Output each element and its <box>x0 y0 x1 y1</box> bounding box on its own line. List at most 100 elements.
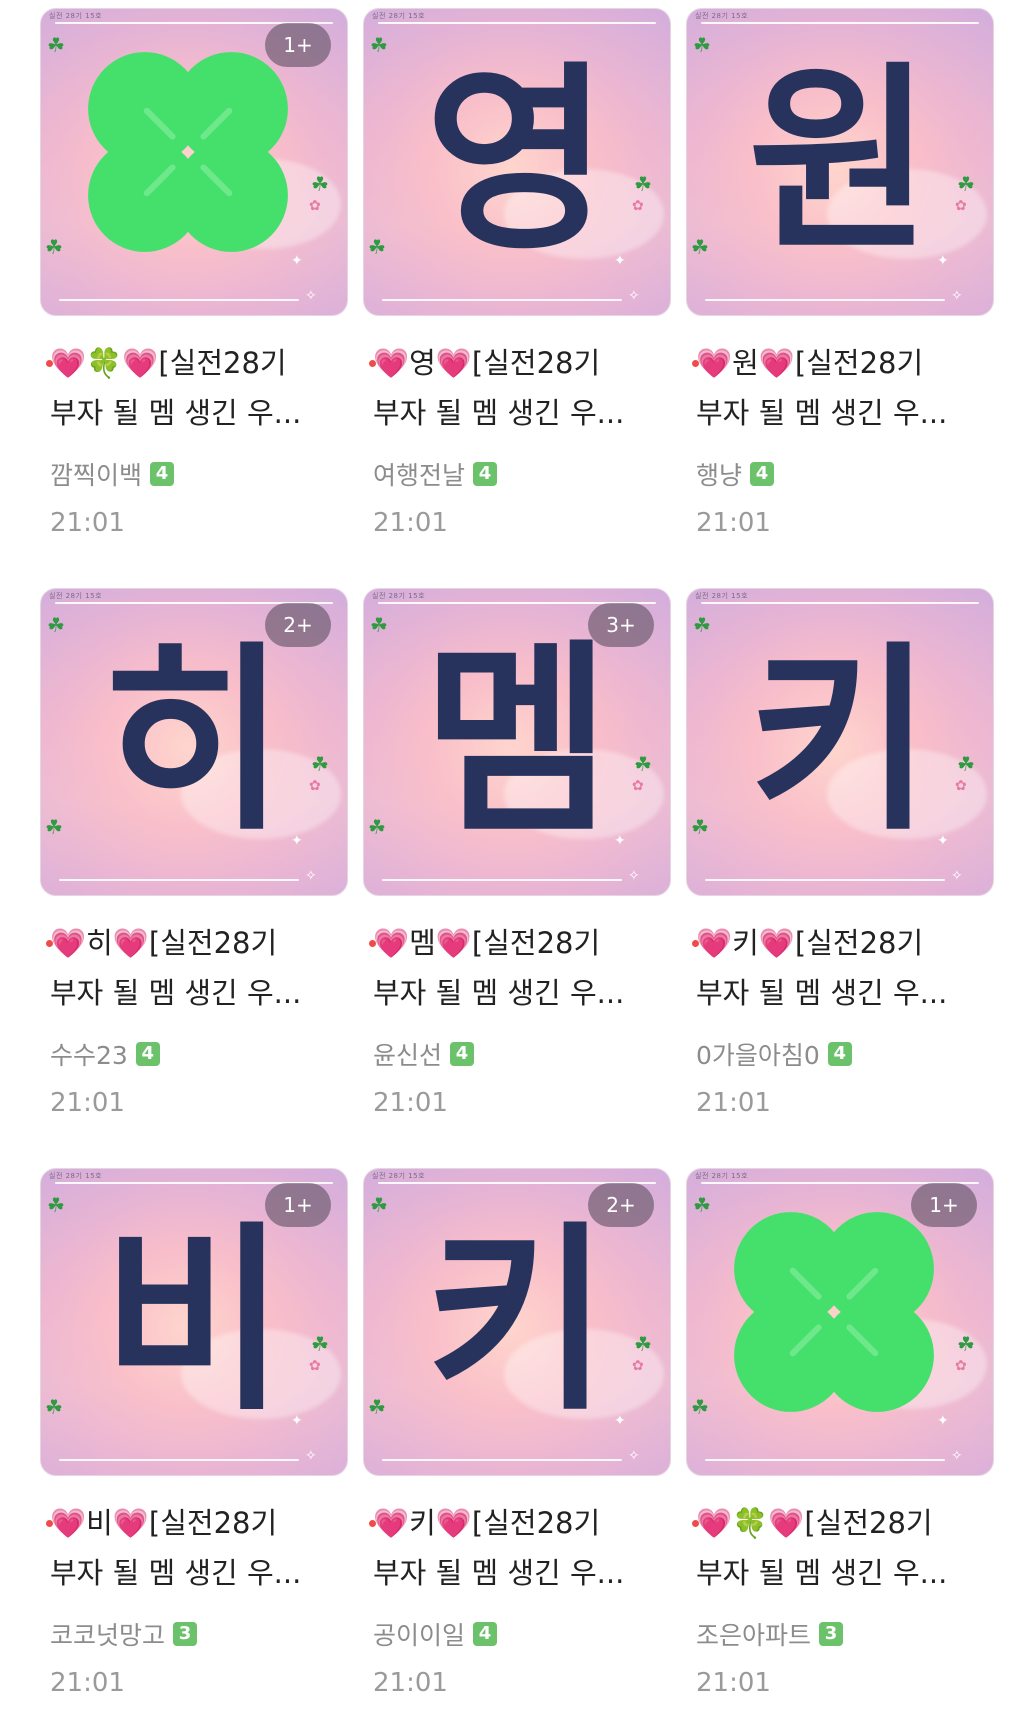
post-time: 21:01 <box>50 508 125 538</box>
post-card[interactable]: 실전 28기 15호 ☘ ☘ ☘ ✿ ✦ ✧ 히 2+ 💗히💗[실전28기 부자… <box>40 588 350 1148</box>
thumb-bottom-line <box>59 879 299 881</box>
post-time: 21:01 <box>50 1088 125 1118</box>
post-title-line2: 부자 될 멤 생긴 우... <box>696 976 948 1010</box>
post-card[interactable]: 실전 28기 15호 ☘ ☘ ☘ ✿ ✦ ✧ 1+ 💗🍀💗[실전28기 부자 될… <box>40 8 350 568</box>
thumb-bottom-line <box>705 879 945 881</box>
post-thumbnail[interactable]: 실전 28기 15호 ☘ ☘ ☘ ✿ ✦ ✧ 키 <box>686 588 994 896</box>
post-title[interactable]: 💗히💗[실전28기 부자 될 멤 생긴 우... <box>46 918 350 1018</box>
unread-dot <box>692 360 699 367</box>
post-title-line2: 부자 될 멤 생긴 우... <box>373 976 625 1010</box>
post-time: 21:01 <box>696 508 771 538</box>
post-author[interactable]: 수수23 4 <box>50 1036 160 1072</box>
post-thumbnail[interactable]: 실전 28기 15호 ☘ ☘ ☘ ✿ ✦ ✧ 1+ <box>40 8 348 316</box>
thumb-bottom-line <box>59 1459 299 1461</box>
post-grid: 실전 28기 15호 ☘ ☘ ☘ ✿ ✦ ✧ 1+ 💗🍀💗[실전28기 부자 될… <box>0 0 1026 1707</box>
clover-icon: ☘ <box>691 1395 709 1419</box>
image-count-badge: 2+ <box>265 603 331 647</box>
post-author[interactable]: 공이이일 4 <box>373 1616 498 1652</box>
post-title[interactable]: 💗원💗[실전28기 부자 될 멤 생긴 우... <box>692 338 996 438</box>
post-title[interactable]: 💗🍀💗[실전28기 부자 될 멤 생긴 우... <box>46 338 350 438</box>
post-author[interactable]: 윤신선 4 <box>373 1036 475 1072</box>
unread-dot <box>369 360 376 367</box>
post-card[interactable]: 실전 28기 15호 ☘ ☘ ☘ ✿ ✦ ✧ 1+ 💗🍀💗[실전28기 부자 될… <box>686 1168 996 1728</box>
unread-dot <box>46 360 53 367</box>
post-card[interactable]: 실전 28기 15호 ☘ ☘ ☘ ✿ ✦ ✧ 키 💗키💗[실전28기 부자 될 … <box>686 588 996 1148</box>
thumb-bottom-line <box>382 879 622 881</box>
unread-dot <box>369 1520 376 1527</box>
post-title-line2: 부자 될 멤 생긴 우... <box>373 1556 625 1590</box>
post-time: 21:01 <box>373 508 448 538</box>
level-badge: 4 <box>473 1622 498 1646</box>
author-name: 깜찍이백 <box>50 461 143 490</box>
post-title-line1: 💗비💗[실전28기 <box>50 1506 278 1540</box>
post-thumbnail[interactable]: 실전 28기 15호 ☘ ☘ ☘ ✿ ✦ ✧ 멤 3+ <box>363 588 671 896</box>
post-time: 21:01 <box>373 1668 448 1698</box>
post-card[interactable]: 실전 28기 15호 ☘ ☘ ☘ ✿ ✦ ✧ 원 💗원💗[실전28기 부자 될 … <box>686 8 996 568</box>
post-title-line1: 💗🍀💗[실전28기 <box>696 1506 933 1540</box>
post-author[interactable]: 0가을아침0 4 <box>696 1036 852 1072</box>
flower-icon: ✿ <box>309 198 321 214</box>
post-card[interactable]: 실전 28기 15호 ☘ ☘ ☘ ✿ ✦ ✧ 멤 3+ 💗멤💗[실전28기 부자… <box>363 588 673 1148</box>
post-title-line1: 💗멤💗[실전28기 <box>373 926 601 960</box>
clover-icon: ☘ <box>47 33 65 57</box>
post-title[interactable]: 💗멤💗[실전28기 부자 될 멤 생긴 우... <box>369 918 673 1018</box>
sparkle-icon: ✦ <box>291 253 303 269</box>
sparkle-icon: ✧ <box>951 1448 963 1464</box>
post-thumbnail[interactable]: 실전 28기 15호 ☘ ☘ ☘ ✿ ✦ ✧ 키 2+ <box>363 1168 671 1476</box>
unread-dot <box>692 940 699 947</box>
post-author[interactable]: 조은아파트 3 <box>696 1616 844 1652</box>
post-title-line2: 부자 될 멤 생긴 우... <box>50 976 302 1010</box>
post-title[interactable]: 💗키💗[실전28기 부자 될 멤 생긴 우... <box>369 1498 673 1598</box>
level-badge: 4 <box>135 1042 160 1066</box>
clover-glyph <box>734 1212 934 1412</box>
post-card[interactable]: 실전 28기 15호 ☘ ☘ ☘ ✿ ✦ ✧ 비 1+ 💗비💗[실전28기 부자… <box>40 1168 350 1728</box>
post-title-line2: 부자 될 멤 생긴 우... <box>696 396 948 430</box>
post-thumbnail[interactable]: 실전 28기 15호 ☘ ☘ ☘ ✿ ✦ ✧ 원 <box>686 8 994 316</box>
post-author[interactable]: 깜찍이백 4 <box>50 456 175 492</box>
post-title[interactable]: 💗영💗[실전28기 부자 될 멤 생긴 우... <box>369 338 673 438</box>
post-author[interactable]: 코코넛망고 3 <box>50 1616 198 1652</box>
post-card[interactable]: 실전 28기 15호 ☘ ☘ ☘ ✿ ✦ ✧ 영 💗영💗[실전28기 부자 될 … <box>363 8 673 568</box>
flower-icon: ✿ <box>955 1358 967 1374</box>
post-title[interactable]: 💗키💗[실전28기 부자 될 멤 생긴 우... <box>692 918 996 1018</box>
author-name: 코코넛망고 <box>50 1621 166 1650</box>
thumb-bottom-line <box>59 299 299 301</box>
image-count-badge: 1+ <box>265 23 331 67</box>
post-character: 원 <box>747 45 932 278</box>
post-time: 21:01 <box>373 1088 448 1118</box>
post-time: 21:01 <box>696 1088 771 1118</box>
post-title[interactable]: 💗비💗[실전28기 부자 될 멤 생긴 우... <box>46 1498 350 1598</box>
author-name: 수수23 <box>50 1041 128 1070</box>
clover-icon: ☘ <box>693 1193 711 1217</box>
clover-glyph <box>88 52 288 252</box>
thumb-bottom-line <box>705 299 945 301</box>
author-name: 여행전날 <box>373 461 466 490</box>
unread-dot <box>692 1520 699 1527</box>
post-author[interactable]: 여행전날 4 <box>373 456 498 492</box>
post-title-line2: 부자 될 멤 생긴 우... <box>50 396 302 430</box>
post-title[interactable]: 💗🍀💗[실전28기 부자 될 멤 생긴 우... <box>692 1498 996 1598</box>
author-name: 윤신선 <box>373 1041 443 1070</box>
author-name: 0가을아침0 <box>696 1041 820 1070</box>
post-thumbnail[interactable]: 실전 28기 15호 ☘ ☘ ☘ ✿ ✦ ✧ 히 2+ <box>40 588 348 896</box>
post-title-line1: 💗🍀💗[실전28기 <box>50 346 287 380</box>
post-thumbnail[interactable]: 실전 28기 15호 ☘ ☘ ☘ ✿ ✦ ✧ 1+ <box>686 1168 994 1476</box>
post-title-line2: 부자 될 멤 생긴 우... <box>373 396 625 430</box>
thumb-bottom-line <box>705 1459 945 1461</box>
post-title-line1: 💗영💗[실전28기 <box>373 346 601 380</box>
post-character: 영 <box>424 45 609 278</box>
post-title-line1: 💗히💗[실전28기 <box>50 926 278 960</box>
author-name: 공이이일 <box>373 1621 466 1650</box>
clover-icon: ☘ <box>957 1332 975 1356</box>
post-author[interactable]: 행냥 4 <box>696 456 775 492</box>
post-thumbnail[interactable]: 실전 28기 15호 ☘ ☘ ☘ ✿ ✦ ✧ 비 1+ <box>40 1168 348 1476</box>
thumb-header-text: 실전 28기 15호 <box>695 1172 749 1180</box>
post-thumbnail[interactable]: 실전 28기 15호 ☘ ☘ ☘ ✿ ✦ ✧ 영 <box>363 8 671 316</box>
post-card[interactable]: 실전 28기 15호 ☘ ☘ ☘ ✿ ✦ ✧ 키 2+ 💗키💗[실전28기 부자… <box>363 1168 673 1728</box>
post-title-line1: 💗원💗[실전28기 <box>696 346 924 380</box>
post-time: 21:01 <box>50 1668 125 1698</box>
thumb-bottom-line <box>382 299 622 301</box>
post-title-line1: 💗키💗[실전28기 <box>373 1506 601 1540</box>
post-title-line2: 부자 될 멤 생긴 우... <box>696 1556 948 1590</box>
sparkle-icon: ✧ <box>305 288 317 304</box>
